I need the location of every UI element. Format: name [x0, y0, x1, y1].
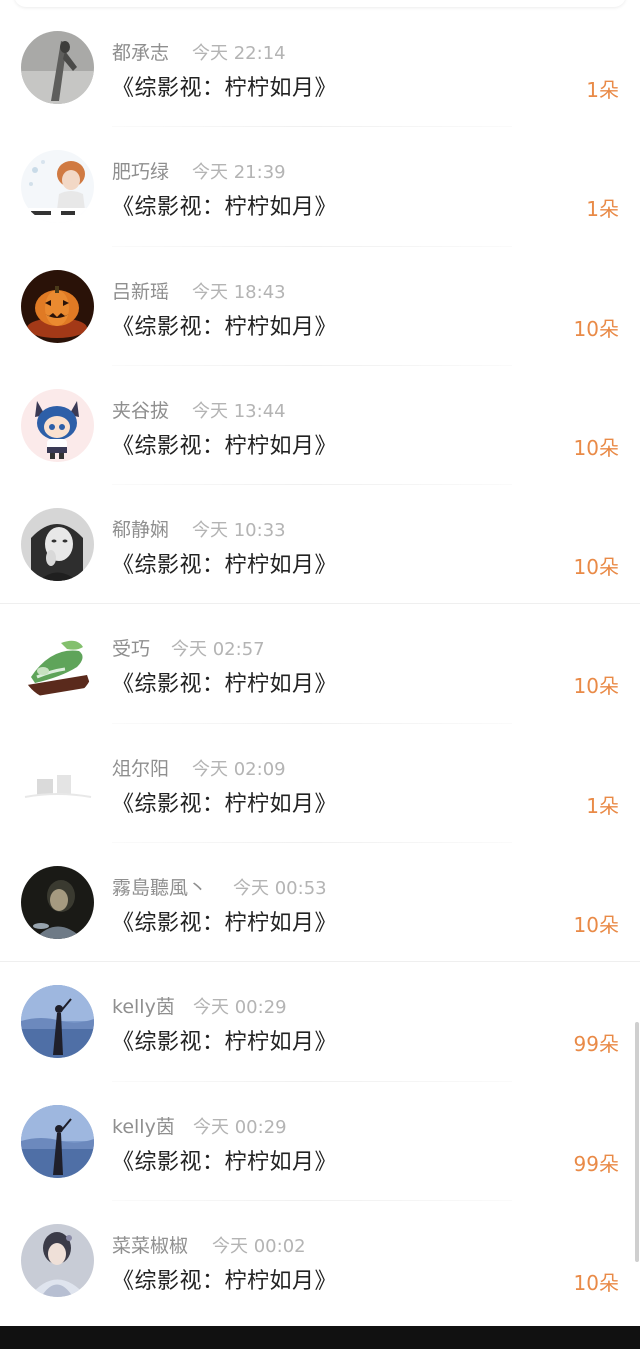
girl-cartoon-avatar-icon [21, 150, 94, 224]
user-name[interactable]: 肥巧绿 [112, 157, 169, 184]
timestamp: 今天 02:57 [171, 639, 265, 661]
anime-catgirl-avatar-icon [21, 388, 94, 462]
gift-record-page: 都承志 今天 22:14 《综影视：柠柠如月》 1朵 肥巧绿 今天 21:39 … [0, 0, 640, 1349]
timestamp: 今天 22:14 [192, 43, 286, 64]
user-name[interactable]: 霧島聽風丶 [112, 873, 207, 900]
avatar[interactable] [21, 627, 94, 701]
gift-title: 《综影视：柠柠如月》 [112, 553, 338, 579]
timestamp: 今天 13:44 [192, 400, 286, 422]
flower-count: 10朵 [573, 316, 619, 341]
flower-count: 10朵 [573, 674, 619, 699]
gift-title: 《综影视：柠柠如月》 [112, 314, 338, 340]
hanfu-portrait-avatar-icon [21, 1223, 94, 1297]
gift-title: 《综影视：柠柠如月》 [112, 1268, 338, 1294]
list-item[interactable]: kelly茵 今天 00:29 《综影视：柠柠如月》 99朵 [0, 1082, 640, 1201]
list-item[interactable]: 郗静娴 今天 10:33 《综影视：柠柠如月》 10朵 [0, 485, 640, 605]
list-item[interactable]: 霧島聽風丶 今天 00:53 《综影视：柠柠如月》 10朵 [0, 843, 640, 963]
faded-avatar-icon [21, 746, 94, 820]
blue-sky-avatar-icon [21, 985, 94, 1059]
user-name[interactable]: 夹谷拔 [112, 396, 169, 423]
list-item[interactable]: 夹谷拔 今天 13:44 《综影视：柠柠如月》 10朵 [0, 366, 640, 486]
timestamp: 今天 02:09 [192, 758, 286, 780]
list-item[interactable]: 肥巧绿 今天 21:39 《综影视：柠柠如月》 1朵 [0, 127, 640, 247]
user-name[interactable]: kelly茵 [112, 1112, 175, 1139]
flower-count: 1朵 [586, 78, 619, 102]
timestamp: 今天 10:33 [192, 520, 286, 542]
flower-count: 1朵 [586, 197, 619, 222]
avatar[interactable] [21, 985, 94, 1059]
bottom-system-bar [0, 1326, 640, 1349]
list-item[interactable]: 都承志 今天 22:14 《综影视：柠柠如月》 1朵 [0, 8, 640, 128]
user-name[interactable]: 郗静娴 [112, 515, 169, 542]
scrollbar[interactable] [635, 1022, 639, 1262]
timestamp: 今天 21:39 [192, 162, 286, 184]
avatar[interactable] [21, 150, 94, 224]
timestamp: 今天 00:02 [212, 1235, 306, 1257]
flower-count: 10朵 [573, 435, 619, 460]
timestamp: 今天 00:53 [233, 878, 327, 900]
avatar[interactable] [21, 388, 94, 462]
user-name[interactable]: 俎尔阳 [112, 754, 169, 781]
flower-count: 1朵 [586, 793, 619, 818]
gift-title: 《综影视：柠柠如月》 [112, 195, 338, 221]
avatar[interactable] [21, 1104, 94, 1178]
gray-street-avatar-icon [21, 31, 94, 104]
blue-sky-avatar-icon [21, 1104, 94, 1178]
top-card-shadow [14, 0, 626, 7]
avatar[interactable] [21, 746, 94, 820]
bw-portrait-avatar-icon [21, 508, 94, 582]
flower-count: 10朵 [573, 913, 619, 938]
jade-cabbage-avatar-icon [21, 627, 94, 701]
flower-count: 10朵 [573, 555, 619, 580]
timestamp: 今天 00:29 [193, 1116, 287, 1138]
gift-title: 《综影视：柠柠如月》 [112, 911, 338, 937]
list-item[interactable]: kelly茵 今天 00:29 《综影视：柠柠如月》 99朵 [0, 962, 640, 1082]
gift-title: 《综影视：柠柠如月》 [112, 672, 338, 698]
list-item[interactable]: 菜菜椒椒 今天 00:02 《综影视：柠柠如月》 10朵 [0, 1201, 640, 1320]
avatar[interactable] [21, 31, 94, 104]
user-name[interactable]: 菜菜椒椒 [112, 1231, 188, 1258]
flower-count: 10朵 [573, 1270, 619, 1295]
gift-title: 《综影视：柠柠如月》 [112, 1030, 338, 1056]
gift-title: 《综影视：柠柠如月》 [112, 433, 338, 459]
avatar[interactable] [21, 1223, 94, 1297]
user-name[interactable]: 吕新瑶 [112, 277, 169, 304]
avatar[interactable] [21, 269, 94, 343]
list-item[interactable]: 吕新瑶 今天 18:43 《综影视：柠柠如月》 10朵 [0, 247, 640, 366]
list-item[interactable]: 俎尔阳 今天 02:09 《综影视：柠柠如月》 1朵 [0, 724, 640, 844]
gift-title: 《综影视：柠柠如月》 [112, 1149, 338, 1175]
avatar[interactable] [21, 866, 94, 940]
flower-count: 99朵 [573, 1032, 619, 1057]
list-item[interactable]: 受巧 今天 02:57 《综影视：柠柠如月》 10朵 [0, 604, 640, 724]
dark-portrait-avatar-icon [21, 866, 94, 940]
user-name[interactable]: 受巧 [112, 634, 150, 661]
pumpkin-avatar-icon [21, 269, 94, 343]
timestamp: 今天 00:29 [193, 997, 287, 1019]
flower-count: 99朵 [573, 1151, 619, 1176]
user-name[interactable]: kelly茵 [112, 992, 175, 1019]
timestamp: 今天 18:43 [192, 281, 286, 303]
user-name[interactable]: 都承志 [112, 38, 169, 65]
gift-title: 《综影视：柠柠如月》 [112, 791, 338, 817]
gift-title: 《综影视：柠柠如月》 [112, 76, 338, 101]
avatar[interactable] [21, 508, 94, 582]
gift-list[interactable]: 都承志 今天 22:14 《综影视：柠柠如月》 1朵 肥巧绿 今天 21:39 … [0, 8, 640, 1320]
